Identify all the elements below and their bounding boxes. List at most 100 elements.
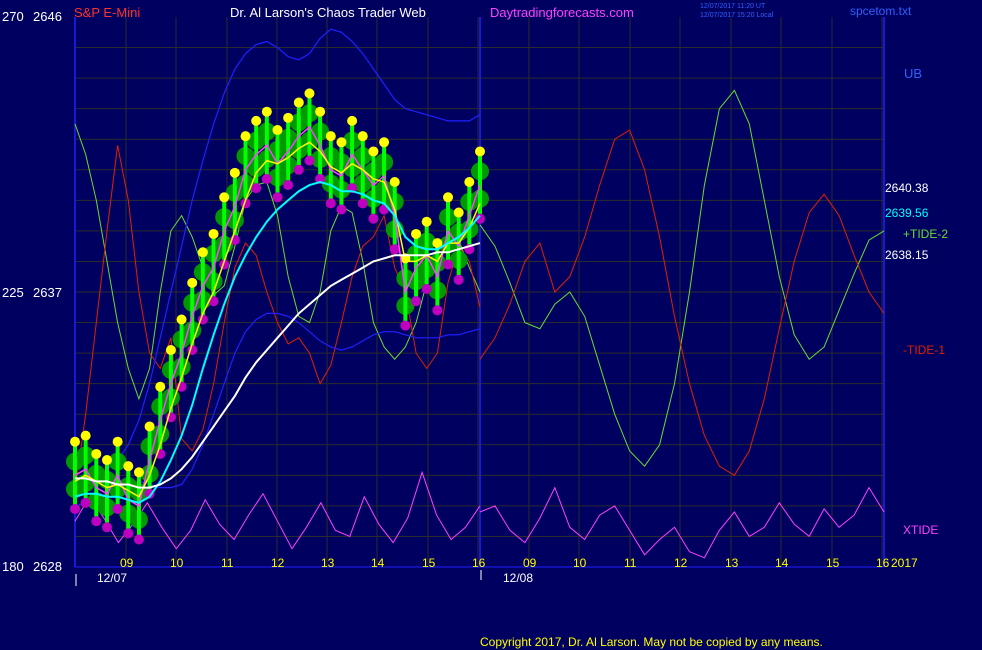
hour-tick-label: 09 <box>120 556 134 570</box>
high-dot <box>133 467 144 478</box>
high-dot <box>261 106 272 117</box>
low-dot <box>101 522 112 533</box>
high-dot <box>475 146 485 157</box>
low-dot <box>443 259 454 270</box>
low-dot <box>293 164 304 175</box>
chaos-trader-chart: 09 10 11 12 13 14 15 16 09 10 11 12 13 14 15 16 S&P E-M… <box>0 0 982 650</box>
file-name: spcetom.txt <box>850 4 912 18</box>
low-dot <box>400 320 411 331</box>
low-dot <box>123 528 134 539</box>
hour-tick-label: 11 <box>221 556 234 570</box>
chart-title: Dr. Al Larson's Chaos Trader Web <box>230 5 426 20</box>
low-dot <box>357 198 368 209</box>
hour-tick-label: 10 <box>170 556 184 570</box>
tide-minus1-label: -TIDE-1 <box>903 343 945 357</box>
hour-tick-label: 13 <box>321 556 335 570</box>
high-dot <box>144 421 155 432</box>
high-dot <box>411 228 422 239</box>
high-dot <box>101 455 112 466</box>
hour-tick-label: 14 <box>775 556 789 570</box>
hour-tick-label: 16 <box>876 556 890 570</box>
high-dot <box>283 112 294 123</box>
hour-tick-label: 15 <box>826 556 840 570</box>
long-avg-last-label: 2638.15 <box>885 248 929 262</box>
high-dot <box>389 177 400 187</box>
high-dot <box>464 177 475 187</box>
timestamp-local: 12/07/2017 15:20 Local <box>700 12 774 19</box>
high-dot <box>379 137 390 148</box>
high-dot <box>325 131 336 142</box>
hour-tick-label: 11 <box>624 556 637 570</box>
chart-background <box>0 0 982 650</box>
low-dot <box>70 503 80 514</box>
low-dot <box>411 296 422 307</box>
high-dot <box>251 115 262 126</box>
site-link[interactable]: Daytradingforecasts.com <box>490 5 634 20</box>
low-dot <box>261 173 272 184</box>
hour-tick-label: 10 <box>573 556 587 570</box>
left-axis-mid-angle: 225 <box>2 285 24 300</box>
high-dot <box>453 207 464 218</box>
hour-tick-label: 12 <box>271 556 285 570</box>
low-dot <box>91 516 102 527</box>
low-dot <box>251 183 262 194</box>
low-dot <box>272 192 283 203</box>
high-dot <box>336 137 347 148</box>
high-dot <box>272 125 283 136</box>
left-axis-top-price: 2646 <box>33 9 62 24</box>
date-label-2: 12/08 <box>503 571 533 585</box>
hour-tick-label: 15 <box>422 556 436 570</box>
high-dot <box>315 106 326 117</box>
xtide-label: XTIDE <box>903 523 938 537</box>
high-dot <box>187 277 198 288</box>
low-dot <box>133 534 144 545</box>
high-dot <box>443 192 454 203</box>
tide-plus2-label: +TIDE-2 <box>903 227 948 241</box>
high-dot <box>197 247 208 258</box>
high-dot <box>347 115 358 126</box>
high-dot <box>165 345 176 356</box>
high-dot <box>421 216 432 227</box>
slow-avg-last-label: 2639.56 <box>885 206 929 220</box>
high-dot <box>176 314 187 325</box>
symbol-label: S&P E-Mini <box>74 5 140 20</box>
hour-tick-label: 14 <box>371 556 385 570</box>
low-dot <box>432 305 443 316</box>
left-axis-mid-price: 2637 <box>33 285 62 300</box>
low-dot <box>112 503 123 514</box>
high-dot <box>368 146 379 157</box>
high-dot <box>293 97 304 108</box>
high-dot <box>229 167 240 178</box>
copyright: Copyright 2017, Dr. Al Larson. May not b… <box>480 635 823 649</box>
hour-tick-label: 12 <box>674 556 688 570</box>
year-label: 2017 <box>891 556 918 570</box>
low-dot <box>453 274 464 285</box>
upper-band-label: UB <box>904 66 922 81</box>
high-dot <box>240 131 251 142</box>
high-dot <box>91 448 102 459</box>
left-axis-top-angle: 270 <box>2 9 24 24</box>
hour-tick-label: 09 <box>523 556 537 570</box>
date-label-1: 12/07 <box>97 571 127 585</box>
hour-tick-label: 13 <box>725 556 739 570</box>
left-axis-bottom-price: 2628 <box>33 559 62 574</box>
high-dot <box>208 228 219 239</box>
high-dot <box>304 88 315 99</box>
low-dot <box>368 213 379 224</box>
low-dot <box>325 198 336 209</box>
price-last-label: 2640.38 <box>885 181 929 195</box>
high-dot <box>357 131 368 142</box>
low-dot <box>336 204 347 215</box>
high-dot <box>155 381 166 392</box>
hour-tick-label: 16 <box>472 556 486 570</box>
low-dot <box>304 155 315 166</box>
high-dot <box>123 461 134 472</box>
high-dot <box>112 436 123 447</box>
timestamp-ut: 12/07/2017 11:20 UT <box>700 3 766 10</box>
low-dot <box>283 180 294 191</box>
high-dot <box>80 430 91 441</box>
low-dot <box>80 497 91 508</box>
high-dot <box>70 436 80 447</box>
high-dot <box>219 192 230 203</box>
low-dot <box>421 283 432 294</box>
